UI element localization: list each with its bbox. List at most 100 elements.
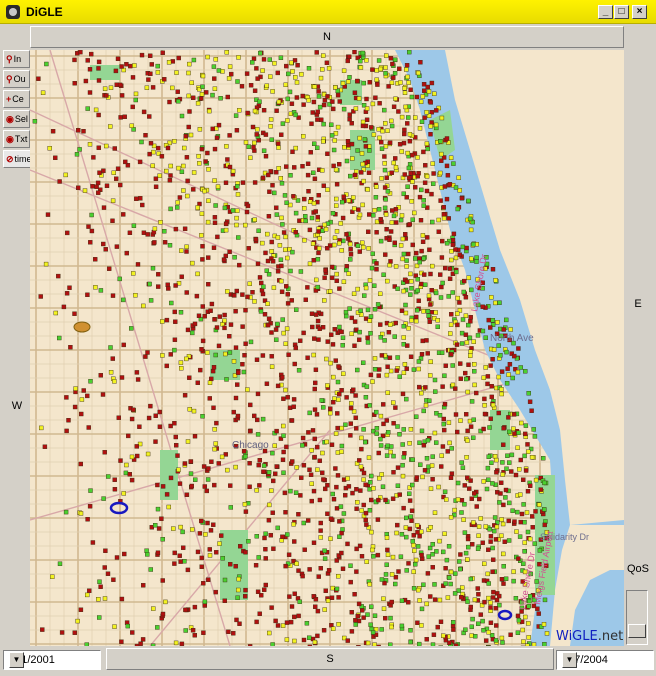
maximize-button[interactable]: □ xyxy=(614,5,629,19)
chevron-down-icon[interactable]: ▼ xyxy=(562,652,577,668)
observation-dot xyxy=(85,106,90,111)
observation-dot xyxy=(485,381,490,387)
observation-dot xyxy=(263,547,268,552)
time-button[interactable]: ⊘time xyxy=(3,150,33,168)
qos-slider[interactable] xyxy=(626,590,648,645)
observation-dot xyxy=(173,640,179,646)
observation-dot xyxy=(449,312,454,317)
observation-dot xyxy=(192,604,198,610)
observation-dot xyxy=(367,148,372,153)
observation-dot xyxy=(114,555,120,560)
observation-dot xyxy=(372,613,378,618)
close-button[interactable]: × xyxy=(632,5,647,19)
observation-dot xyxy=(211,405,216,410)
observation-dot xyxy=(236,55,241,60)
observation-dot xyxy=(234,128,240,133)
observation-dot xyxy=(152,240,157,245)
zoom-in-button[interactable]: ⚲In xyxy=(3,50,30,68)
observation-dot xyxy=(492,528,497,534)
text-button[interactable]: ◉Txt xyxy=(3,130,30,148)
observation-dot xyxy=(415,530,420,535)
observation-dot xyxy=(463,550,469,556)
observation-dot xyxy=(509,469,514,474)
observation-dot xyxy=(355,286,360,292)
observation-dot xyxy=(406,175,412,180)
observation-dot xyxy=(153,176,159,181)
observation-dot xyxy=(299,72,304,77)
start-date-select[interactable]: 8/ 1/2001 ▼ xyxy=(3,650,101,670)
observation-dot xyxy=(348,247,353,252)
observation-dot xyxy=(458,418,463,423)
observation-dot xyxy=(443,581,448,586)
observation-dot xyxy=(288,173,293,178)
observation-dot xyxy=(269,239,274,245)
observation-dot xyxy=(202,484,208,489)
observation-dot xyxy=(515,630,521,635)
observation-dot xyxy=(168,206,173,212)
pan-south-button[interactable]: S xyxy=(106,648,554,670)
observation-dot xyxy=(431,171,436,176)
observation-dot xyxy=(394,530,399,536)
observation-dot xyxy=(189,80,195,85)
minimize-button[interactable]: _ xyxy=(598,5,613,19)
observation-dot xyxy=(279,132,284,137)
zoom-out-button[interactable]: ⚲Ou xyxy=(3,70,30,88)
map-canvas[interactable]: Lake Shore Dr North Ave Chicago Solidari… xyxy=(30,50,624,646)
observation-dot xyxy=(333,466,338,471)
observation-dot xyxy=(298,269,304,274)
observation-dot xyxy=(379,472,384,477)
observation-dot xyxy=(447,440,452,446)
observation-dot xyxy=(268,533,274,538)
observation-dot xyxy=(348,241,353,247)
observation-dot xyxy=(457,252,462,257)
pan-north-button[interactable]: N xyxy=(30,26,624,48)
observation-dot xyxy=(334,196,339,202)
observation-dot xyxy=(322,548,327,553)
observation-dot xyxy=(446,294,451,299)
observation-dot xyxy=(293,229,298,235)
observation-dot xyxy=(378,413,384,419)
observation-dot xyxy=(339,530,344,536)
observation-dot xyxy=(303,214,308,219)
observation-dot xyxy=(64,395,69,400)
observation-dot xyxy=(267,57,273,62)
observation-dot xyxy=(248,83,254,88)
observation-dot xyxy=(352,592,357,597)
observation-dot xyxy=(463,313,469,318)
center-button[interactable]: +Ce xyxy=(3,90,30,108)
observation-dot xyxy=(153,439,158,444)
observation-dot xyxy=(160,578,165,583)
observation-dot xyxy=(358,65,364,70)
pan-west-button[interactable]: W xyxy=(5,400,29,412)
observation-dot xyxy=(205,219,211,225)
map-view[interactable]: Lake Shore Dr North Ave Chicago Solidari… xyxy=(30,50,624,646)
observation-dot xyxy=(464,340,470,345)
observation-dot xyxy=(305,355,310,360)
select-button[interactable]: ◉Sel xyxy=(3,110,30,128)
observation-dot xyxy=(494,457,499,463)
chevron-down-icon[interactable]: ▼ xyxy=(9,652,24,668)
observation-dot xyxy=(231,359,237,364)
observation-dot xyxy=(131,223,137,228)
observation-dot xyxy=(96,66,101,71)
observation-dot xyxy=(527,399,533,404)
observation-dot xyxy=(297,218,302,223)
observation-dot xyxy=(337,286,342,291)
observation-dot xyxy=(263,153,269,159)
observation-dot xyxy=(346,143,351,148)
observation-dot xyxy=(372,642,377,646)
observation-dot xyxy=(369,125,374,130)
observation-dot xyxy=(59,630,65,635)
end-date-select[interactable]: 6/ 7/2004 ▼ xyxy=(556,650,654,670)
observation-dot xyxy=(467,418,473,424)
observation-dot xyxy=(417,194,423,200)
observation-dot xyxy=(254,619,259,625)
observation-dot xyxy=(255,432,261,437)
observation-dot xyxy=(490,569,495,574)
observation-dot xyxy=(336,574,341,579)
pan-east-button[interactable]: E xyxy=(624,298,652,310)
wigle-logo: WiGLE.net xyxy=(556,629,623,644)
qos-slider-thumb[interactable] xyxy=(628,624,646,639)
observation-dot xyxy=(364,57,369,63)
observation-dot xyxy=(470,542,475,547)
